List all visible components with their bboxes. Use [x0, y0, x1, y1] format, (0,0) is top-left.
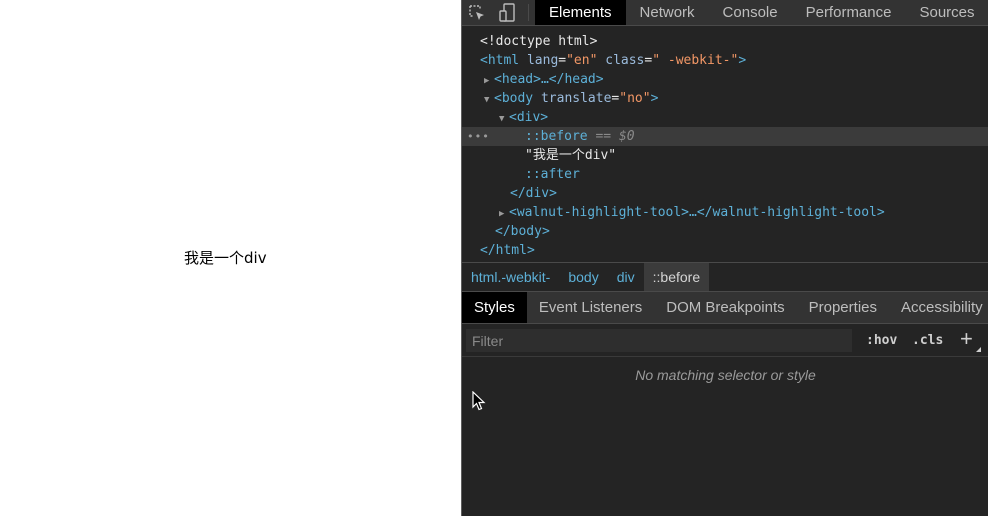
breadcrumb-before[interactable]: ::before [643, 263, 710, 291]
tab-performance[interactable]: Performance [792, 0, 906, 25]
tab-network[interactable]: Network [626, 0, 709, 25]
inspect-element-icon[interactable] [462, 0, 492, 25]
dom-node-head[interactable]: ▶ <head>…</head> [462, 70, 988, 89]
walnut-tag: <walnut-highlight-tool>…</walnut-highlig… [509, 205, 885, 220]
body-open-tag-end: > [650, 91, 659, 106]
dom-node-body-close[interactable]: </body> [462, 222, 988, 241]
filter-input[interactable] [466, 329, 852, 352]
devtools-tabbar: Elements Network Console Performance Sou… [462, 0, 988, 26]
before-pseudo: ::before [525, 129, 588, 144]
dom-node-body[interactable]: ▼ <body translate="no"> [462, 89, 988, 108]
dom-node-after[interactable]: ::after [462, 165, 988, 184]
head-tag: <head>…</head> [494, 72, 604, 87]
corner-menu-icon[interactable] [976, 347, 981, 352]
hov-toggle-button[interactable]: :hov [866, 333, 897, 348]
html-class-attr: class [605, 53, 645, 68]
div-open-tag: <div> [509, 110, 549, 125]
breadcrumb: html.-webkit- body div ::before [462, 262, 988, 292]
html-open-tag-end: > [738, 53, 747, 68]
new-style-rule-button[interactable]: + [960, 327, 973, 351]
doctype-text: <!doctype html> [480, 34, 598, 49]
body-open-tag: <body [494, 91, 534, 106]
div-close-tag: </div> [510, 186, 557, 201]
cls-toggle-button[interactable]: .cls [912, 333, 943, 348]
dom-node-html[interactable]: <html lang="en" class=" -webkit-"> [462, 51, 988, 70]
empty-styles-message: No matching selector or style [635, 367, 816, 383]
breadcrumb-html[interactable]: html.-webkit- [462, 263, 559, 291]
dom-node-div-close[interactable]: </div> [462, 184, 988, 203]
html-lang-value: "en" [566, 53, 598, 68]
breadcrumb-body[interactable]: body [559, 263, 607, 291]
html-open-tag: <html [480, 53, 520, 68]
tab-separator [528, 4, 529, 21]
tab-styles[interactable]: Styles [462, 292, 527, 323]
div-text-node: "我是一个div" [525, 148, 617, 163]
tab-event-listeners[interactable]: Event Listeners [527, 292, 654, 323]
after-pseudo: ::after [525, 167, 580, 182]
sidebar-tabbar: Styles Event Listeners DOM Breakpoints P… [462, 292, 988, 324]
html-lang-attr: lang [526, 53, 559, 68]
tab-console[interactable]: Console [709, 0, 792, 25]
body-translate-attr: translate [540, 91, 612, 106]
device-toolbar-icon[interactable] [492, 0, 522, 25]
more-actions-icon[interactable]: ••• [467, 127, 490, 146]
dom-node-text[interactable]: "我是一个div" [462, 146, 988, 165]
selected-node-marker: == $0 [595, 129, 635, 144]
dom-node-before[interactable]: ••• ::before == $0 [462, 127, 988, 146]
tab-elements[interactable]: Elements [535, 0, 626, 25]
page-viewport: 我是一个div [0, 0, 461, 516]
dom-node-html-close[interactable]: </html> [462, 241, 988, 260]
tab-dom-breakpoints[interactable]: DOM Breakpoints [654, 292, 796, 323]
html-class-value: " -webkit-" [652, 53, 739, 68]
body-translate-value: "no" [619, 91, 651, 106]
breadcrumb-div[interactable]: div [608, 263, 644, 291]
dom-tree: <!doctype html> <html lang="en" class=" … [462, 30, 988, 262]
dom-node-div[interactable]: ▼ <div> [462, 108, 988, 127]
tab-sources[interactable]: Sources [905, 0, 988, 25]
body-close-tag: </body> [495, 224, 550, 239]
page-div-text: 我是一个div [184, 249, 267, 267]
tab-properties[interactable]: Properties [797, 292, 889, 323]
styles-toolbar: :hov .cls + [462, 325, 988, 357]
dom-node-doctype[interactable]: <!doctype html> [462, 32, 988, 51]
dom-node-walnut[interactable]: ▶ <walnut-highlight-tool>…</walnut-highli… [462, 203, 988, 222]
mouse-cursor-icon [472, 390, 486, 416]
devtools-panel: Elements Network Console Performance Sou… [461, 0, 988, 516]
html-close-tag: </html> [480, 243, 535, 258]
tab-accessibility[interactable]: Accessibility [889, 292, 988, 323]
